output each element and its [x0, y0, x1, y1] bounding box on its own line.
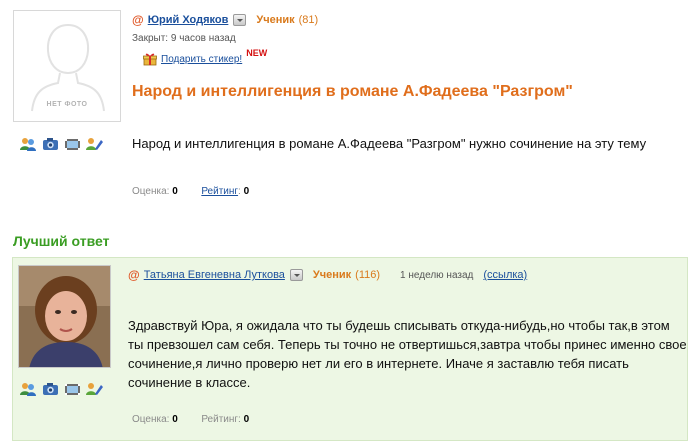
answer-permalink[interactable]: (ссылка) [483, 269, 527, 281]
best-answer-heading: Лучший ответ [13, 233, 110, 249]
user-menu-dropdown-icon[interactable] [233, 14, 247, 26]
question-author-rank: Ученик [256, 14, 295, 26]
answer-author-line: @ Татьяна Евгеневна Луткова Ученик (116)… [128, 267, 527, 283]
answer-author-points: (116) [355, 269, 381, 281]
no-photo-label: НЕТ ФОТО [46, 101, 88, 108]
question-icon-row [20, 137, 103, 151]
author-avatar-placeholder[interactable]: НЕТ ФОТО [13, 10, 121, 122]
new-badge: NEW [246, 48, 268, 58]
question-rating-value: 0 [243, 186, 250, 197]
edit-icon[interactable] [86, 137, 103, 151]
answerer-avatar[interactable] [18, 265, 111, 368]
question-author-link[interactable]: Юрий Ходяков [148, 14, 229, 26]
answer-author-rank: Ученик [312, 269, 352, 281]
video-icon[interactable] [64, 137, 81, 151]
at-icon: @ [128, 268, 140, 282]
video-icon[interactable] [64, 382, 81, 396]
answer-time: 1 неделю назад [400, 269, 474, 281]
answer-rating-value: 0 [243, 414, 250, 425]
question-author-points: (81) [298, 14, 319, 26]
question-title: Народ и интеллигенция в романе А.Фадеева… [132, 83, 573, 100]
user-menu-dropdown-icon[interactable] [289, 269, 303, 281]
answer-rating-label: Рейтинг: [201, 414, 241, 425]
friends-icon[interactable] [20, 382, 37, 396]
question-score-value: 0 [172, 186, 178, 197]
camera-icon[interactable] [42, 137, 59, 151]
gift-icon [143, 52, 157, 66]
answer-score-value: 0 [172, 414, 178, 425]
answer-score-line: Оценка: 0 Рейтинг: 0 [132, 414, 249, 425]
question-closed-time: Закрыт: 9 часов назад [132, 33, 236, 44]
question-score-label: Оценка: [132, 186, 170, 197]
question-score-line: Оценка: 0 Рейтинг: 0 [132, 186, 250, 197]
gift-sticker-link[interactable]: Подарить стикер! [161, 54, 242, 65]
at-icon: @ [132, 13, 144, 27]
friends-icon[interactable] [20, 137, 37, 151]
question-author-line: @ Юрий Ходяков Ученик (81) [132, 12, 318, 28]
answer-body: Здравствуй Юра, я ожидала что ты будешь … [128, 318, 687, 390]
edit-icon[interactable] [86, 382, 103, 396]
answer-author-link[interactable]: Татьяна Евгеневна Луткова [144, 269, 285, 281]
question-rating-link[interactable]: Рейтинг [201, 186, 238, 197]
gift-sticker-line: Подарить стикер! NEW [143, 48, 267, 66]
answer-score-label: Оценка: [132, 414, 170, 425]
answer-icon-row [20, 382, 103, 396]
camera-icon[interactable] [42, 382, 59, 396]
question-body: Народ и интеллигенция в романе А.Фадеева… [132, 136, 647, 151]
